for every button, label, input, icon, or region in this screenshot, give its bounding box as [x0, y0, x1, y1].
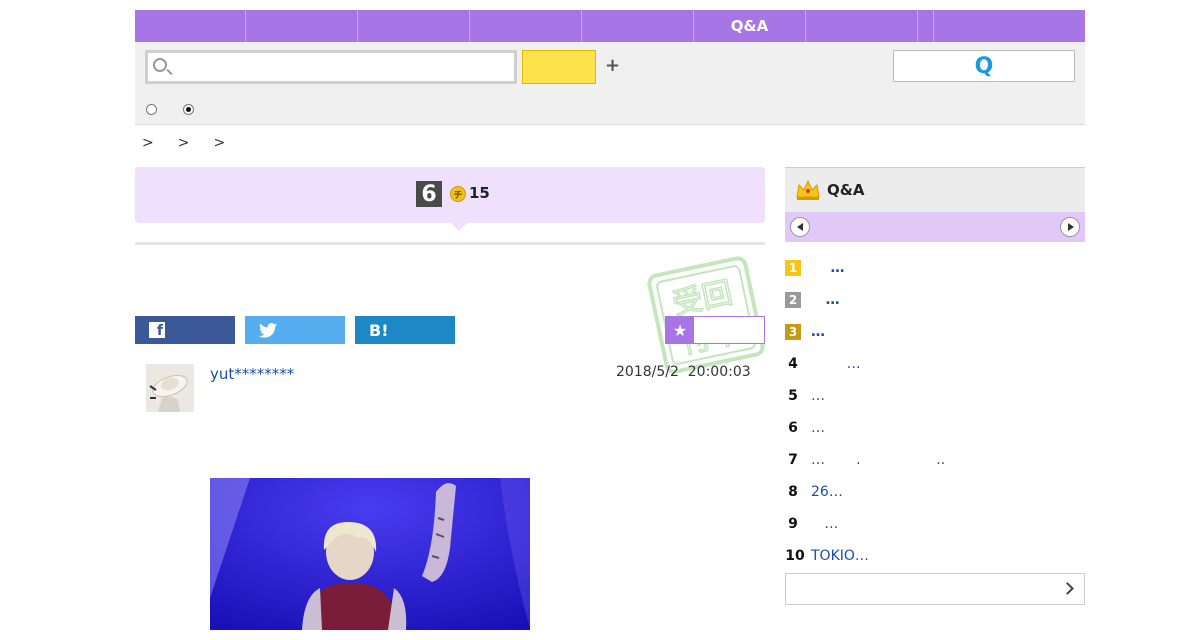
next-arrow-icon[interactable] [1060, 217, 1080, 237]
nav-item-5[interactable] [582, 10, 694, 42]
prev-arrow-icon[interactable] [790, 217, 810, 237]
answer-username[interactable]: yut******** [210, 365, 294, 383]
ranking-link[interactable]: … [811, 324, 825, 340]
ranking-item[interactable]: 10 TOKIO… [785, 540, 1085, 572]
ranking-more-button[interactable] [785, 573, 1085, 605]
twitter-share-button[interactable] [245, 316, 345, 344]
search-icon [153, 58, 167, 72]
radio-option-2[interactable] [183, 104, 194, 115]
answer-count-badge: 6 [416, 181, 442, 207]
search-input[interactable] [174, 56, 504, 78]
ranking-link[interactable]: … [811, 292, 840, 308]
search-band: + Q [135, 42, 1085, 125]
page: Q&A + Q > > > 6 チ 15 受回 付中 f [115, 0, 1085, 640]
ranking-item[interactable]: 2 … [785, 284, 1085, 316]
ranking-item[interactable]: 5… [785, 380, 1085, 412]
facebook-icon: f [149, 322, 165, 338]
rank-number: 1 [785, 260, 801, 276]
rank-number: 10 [785, 548, 805, 564]
ranking-item[interactable]: 4 … [785, 348, 1085, 380]
hatena-bookmark-label: B! [369, 320, 389, 340]
avatar[interactable] [146, 364, 194, 412]
card-pointer [451, 223, 467, 231]
ask-question-button[interactable]: Q [893, 50, 1075, 82]
twitter-icon [259, 322, 277, 338]
nav-item-qa[interactable]: Q&A [694, 10, 806, 42]
coin-icon: チ [450, 186, 466, 202]
nav-item-4[interactable] [470, 10, 582, 42]
rank-number: 3 [785, 324, 801, 340]
ranking-item[interactable]: 7 … . .. [785, 444, 1085, 476]
ranking-item[interactable]: 1 … [785, 252, 1085, 284]
rank-number: 9 [788, 516, 798, 532]
ranking-link[interactable]: … [811, 388, 825, 404]
nav-item-8[interactable] [918, 10, 934, 42]
divider [135, 242, 765, 245]
search-box[interactable] [145, 50, 517, 84]
coin-value: 15 [469, 184, 490, 202]
qa-ranking: Q&A 1 … 2 … 3… 4 … 5… 6… 7… . .. 8 26… 9 … [785, 167, 1085, 605]
ranking-link[interactable]: … . .. [811, 452, 945, 468]
ranking-item[interactable]: 3… [785, 316, 1085, 348]
rank-number: 8 [788, 484, 798, 500]
ranking-item[interactable]: 9 … [785, 508, 1085, 540]
breadcrumb-separator: > [177, 135, 190, 151]
rank-number: 7 [788, 452, 798, 468]
nav-item-3[interactable] [358, 10, 470, 42]
breadcrumb-separator: > [213, 135, 226, 151]
ranking-nav [785, 212, 1085, 242]
nav-item-2[interactable] [246, 10, 358, 42]
nav-item-7[interactable] [806, 10, 918, 42]
star-icon: ★ [666, 317, 694, 343]
breadcrumb-separator: > [142, 135, 154, 151]
ranking-link[interactable]: … [811, 260, 844, 276]
breadcrumb: > > > [142, 135, 225, 151]
avatar-image [146, 364, 194, 412]
rank-number: 5 [788, 388, 798, 404]
accepting-stamp: 受回 付中 [647, 256, 765, 374]
nav-item-1[interactable] [135, 10, 246, 42]
ranking-link[interactable]: 26… [811, 484, 843, 500]
ranking-list: 1 … 2 … 3… 4 … 5… 6… 7… . .. 8 26… 9 … 10… [785, 252, 1085, 572]
radio-option-1[interactable] [146, 104, 157, 115]
ranking-title: Q&A [827, 181, 865, 199]
nav-item-9[interactable] [934, 10, 1085, 42]
ranking-link[interactable]: … [811, 356, 861, 372]
favorite-button[interactable]: ★ [665, 316, 765, 344]
rank-number: 6 [788, 420, 798, 436]
ranking-link[interactable]: … [811, 516, 838, 532]
answer-photo [210, 478, 530, 630]
ranking-link[interactable]: … [811, 420, 825, 436]
crown-icon [796, 179, 820, 200]
answer-date: 2018/5/2 20:00:03 [616, 364, 751, 380]
question-info-card: 6 チ 15 [135, 167, 765, 223]
add-condition-icon[interactable]: + [605, 55, 620, 76]
ranking-header: Q&A [785, 167, 1085, 212]
rank-number: 2 [785, 292, 801, 308]
hatena-bookmark-button[interactable]: B! [355, 316, 455, 344]
ranking-item[interactable]: 8 26… [785, 476, 1085, 508]
ranking-item[interactable]: 6… [785, 412, 1085, 444]
search-button[interactable] [522, 50, 596, 84]
facebook-share-button[interactable]: f [135, 316, 235, 344]
rank-number: 4 [788, 356, 798, 372]
ranking-link[interactable]: TOKIO… [811, 548, 869, 564]
top-nav: Q&A [135, 10, 1085, 42]
